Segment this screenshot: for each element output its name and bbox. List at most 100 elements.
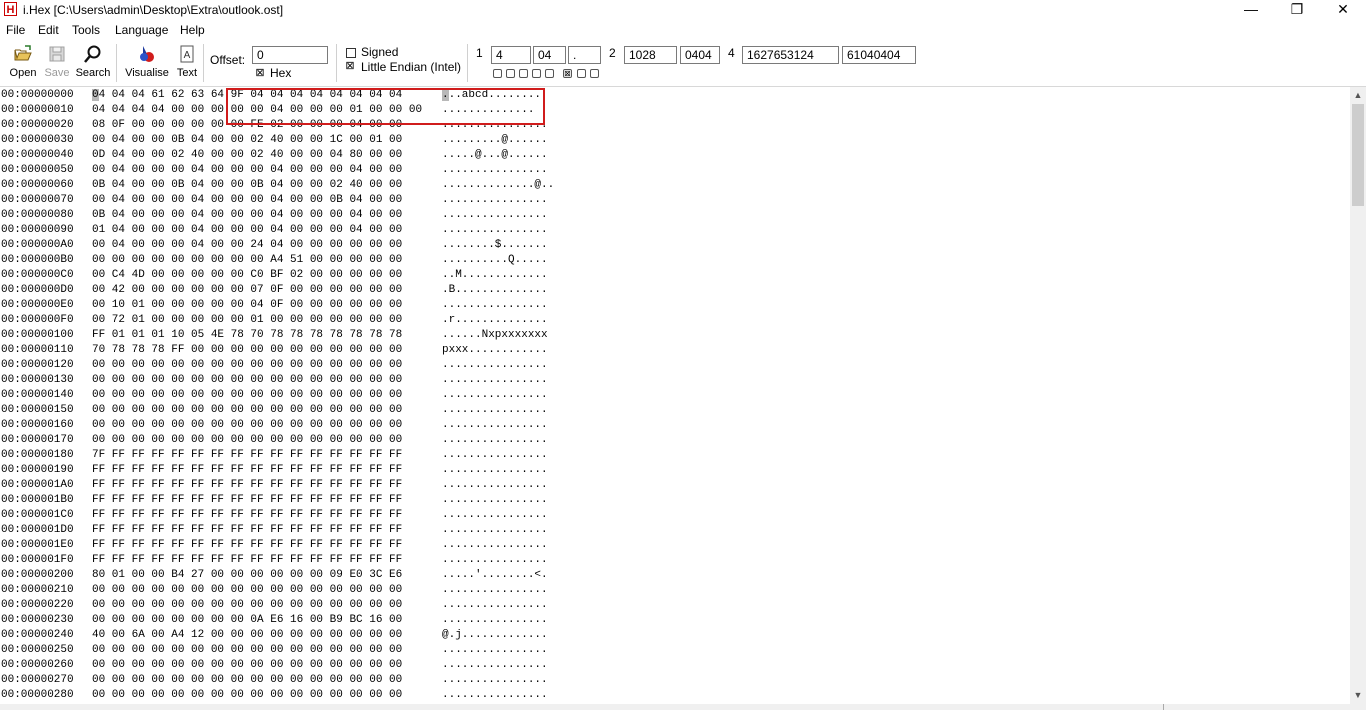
row-hex-bytes[interactable]: 00 00 00 00 00 00 00 00 00 A4 51 00 00 0… bbox=[92, 253, 402, 268]
row-ascii[interactable]: ................ bbox=[442, 583, 548, 598]
row-ascii[interactable]: ................ bbox=[442, 643, 548, 658]
word-hex-field[interactable]: 0404 bbox=[680, 46, 720, 64]
row-hex-bytes[interactable]: 00 00 00 00 00 00 00 00 00 00 00 00 00 0… bbox=[92, 688, 402, 703]
row-ascii[interactable]: ................ bbox=[442, 298, 548, 313]
row-hex-bytes[interactable]: 00 00 00 00 00 00 00 00 00 00 00 00 00 0… bbox=[92, 658, 402, 673]
row-ascii[interactable]: .....'........<. bbox=[442, 568, 548, 583]
row-ascii[interactable]: ......Nxpxxxxxxx bbox=[442, 328, 548, 343]
row-ascii[interactable]: .........@...... bbox=[442, 133, 548, 148]
row-ascii[interactable]: .B.............. bbox=[442, 283, 548, 298]
byte-1-hex-field[interactable]: 04 bbox=[533, 46, 566, 64]
row-ascii[interactable]: ................ bbox=[442, 373, 548, 388]
row-ascii[interactable]: ................ bbox=[442, 163, 548, 178]
row-ascii[interactable]: ................ bbox=[442, 463, 548, 478]
row-ascii[interactable]: .....@...@...... bbox=[442, 148, 548, 163]
row-hex-bytes[interactable]: 00 10 01 00 00 00 00 00 04 0F 00 00 00 0… bbox=[92, 298, 402, 313]
bit-checkbox[interactable] bbox=[577, 69, 586, 78]
visualise-button[interactable]: Visualise bbox=[122, 44, 172, 84]
row-hex-bytes[interactable]: 00 C4 4D 00 00 00 00 00 C0 BF 02 00 00 0… bbox=[92, 268, 402, 283]
row-ascii[interactable]: ................ bbox=[442, 673, 548, 688]
row-hex-bytes[interactable]: FF FF FF FF FF FF FF FF FF FF FF FF FF F… bbox=[92, 463, 402, 478]
close-button[interactable]: ✕ bbox=[1320, 0, 1366, 20]
row-hex-bytes[interactable]: FF FF FF FF FF FF FF FF FF FF FF FF FF F… bbox=[92, 508, 402, 523]
row-hex-bytes[interactable]: 70 78 78 78 FF 00 00 00 00 00 00 00 00 0… bbox=[92, 343, 402, 358]
byte-1-char-field[interactable]: . bbox=[568, 46, 601, 64]
row-hex-bytes[interactable]: 01 04 00 00 00 04 00 00 00 04 00 00 00 0… bbox=[92, 223, 402, 238]
row-hex-bytes[interactable]: 0B 04 00 00 0B 04 00 00 0B 04 00 00 02 4… bbox=[92, 178, 402, 193]
row-ascii[interactable]: ..............@.. bbox=[442, 178, 554, 193]
row-ascii[interactable]: ................ bbox=[442, 523, 548, 538]
row-ascii[interactable]: ..M............. bbox=[442, 268, 548, 283]
bit-checkbox[interactable] bbox=[493, 69, 502, 78]
row-hex-bytes[interactable]: 00 04 00 00 0B 04 00 00 02 40 00 00 1C 0… bbox=[92, 133, 402, 148]
search-button[interactable]: Search bbox=[74, 44, 112, 84]
row-ascii[interactable]: ................ bbox=[442, 553, 548, 568]
bit-checkbox[interactable] bbox=[532, 69, 541, 78]
row-ascii[interactable]: ................ bbox=[442, 613, 548, 628]
row-hex-bytes[interactable]: FF FF FF FF FF FF FF FF FF FF FF FF FF F… bbox=[92, 478, 402, 493]
row-ascii[interactable]: ................ bbox=[442, 418, 548, 433]
row-hex-bytes[interactable]: 40 00 6A 00 A4 12 00 00 00 00 00 00 00 0… bbox=[92, 628, 402, 643]
row-ascii[interactable]: ................ bbox=[442, 433, 548, 448]
bit-checkbox[interactable] bbox=[519, 69, 528, 78]
row-hex-bytes[interactable]: 80 01 00 00 B4 27 00 00 00 00 00 00 09 E… bbox=[92, 568, 402, 583]
row-hex-bytes[interactable]: FF FF FF FF FF FF FF FF FF FF FF FF FF F… bbox=[92, 553, 402, 568]
row-ascii[interactable]: ................ bbox=[442, 478, 548, 493]
row-hex-bytes[interactable]: 00 00 00 00 00 00 00 00 00 00 00 00 00 0… bbox=[92, 598, 402, 613]
bit-checkbox[interactable] bbox=[506, 69, 515, 78]
row-hex-bytes[interactable]: FF FF FF FF FF FF FF FF FF FF FF FF FF F… bbox=[92, 523, 402, 538]
scroll-thumb[interactable] bbox=[1352, 104, 1364, 206]
row-ascii[interactable]: ..........Q..... bbox=[442, 253, 548, 268]
row-ascii[interactable]: ................ bbox=[442, 388, 548, 403]
row-ascii[interactable]: ................ bbox=[442, 538, 548, 553]
row-hex-bytes[interactable]: 0B 04 00 00 00 04 00 00 00 04 00 00 00 0… bbox=[92, 208, 402, 223]
restore-button[interactable]: ❐ bbox=[1274, 0, 1320, 20]
word-decimal-field[interactable]: 1028 bbox=[624, 46, 677, 64]
menu-help[interactable]: Help bbox=[180, 23, 205, 37]
minimize-button[interactable]: — bbox=[1228, 0, 1274, 20]
row-hex-bytes[interactable]: FF 01 01 01 10 05 4E 78 70 78 78 78 78 7… bbox=[92, 328, 402, 343]
row-ascii[interactable]: ................ bbox=[442, 193, 548, 208]
row-hex-bytes[interactable]: 00 72 01 00 00 00 00 00 01 00 00 00 00 0… bbox=[92, 313, 402, 328]
row-hex-bytes[interactable]: 00 00 00 00 00 00 00 00 00 00 00 00 00 0… bbox=[92, 583, 402, 598]
menu-language[interactable]: Language bbox=[115, 23, 168, 37]
row-hex-bytes[interactable]: 00 04 00 00 00 04 00 00 24 04 00 00 00 0… bbox=[92, 238, 402, 253]
row-hex-bytes[interactable]: 00 00 00 00 00 00 00 00 00 00 00 00 00 0… bbox=[92, 433, 402, 448]
row-hex-bytes[interactable]: 00 00 00 00 00 00 00 00 00 00 00 00 00 0… bbox=[92, 673, 402, 688]
save-button[interactable]: Save bbox=[42, 44, 72, 84]
row-hex-bytes[interactable]: FF FF FF FF FF FF FF FF FF FF FF FF FF F… bbox=[92, 493, 402, 508]
row-hex-bytes[interactable]: 00 00 00 00 00 00 00 00 00 00 00 00 00 0… bbox=[92, 418, 402, 433]
row-hex-bytes[interactable]: FF FF FF FF FF FF FF FF FF FF FF FF FF F… bbox=[92, 538, 402, 553]
row-hex-bytes[interactable]: 00 42 00 00 00 00 00 00 07 0F 00 00 00 0… bbox=[92, 283, 402, 298]
open-button[interactable]: Open bbox=[6, 44, 40, 84]
row-hex-bytes[interactable]: 00 00 00 00 00 00 00 00 00 00 00 00 00 0… bbox=[92, 403, 402, 418]
app-icon[interactable]: H bbox=[4, 2, 17, 16]
row-ascii[interactable]: ................ bbox=[442, 508, 548, 523]
menu-edit[interactable]: Edit bbox=[38, 23, 59, 37]
row-ascii[interactable]: pxxx............ bbox=[442, 343, 548, 358]
row-ascii[interactable]: ................ bbox=[442, 688, 548, 703]
row-ascii[interactable]: ................ bbox=[442, 493, 548, 508]
bit-checkbox[interactable] bbox=[590, 69, 599, 78]
row-hex-bytes[interactable]: 7F FF FF FF FF FF FF FF FF FF FF FF FF F… bbox=[92, 448, 402, 463]
row-hex-bytes[interactable]: 00 00 00 00 00 00 00 00 00 00 00 00 00 0… bbox=[92, 643, 402, 658]
dword-decimal-field[interactable]: 1627653124 bbox=[742, 46, 839, 64]
row-hex-bytes[interactable]: 00 00 00 00 00 00 00 00 00 00 00 00 00 0… bbox=[92, 388, 402, 403]
byte-1-decimal-field[interactable]: 4 bbox=[491, 46, 531, 64]
scroll-down-icon[interactable]: ▼ bbox=[1350, 687, 1366, 703]
row-hex-bytes[interactable]: 00 04 00 00 00 04 00 00 00 04 00 00 0B 0… bbox=[92, 193, 402, 208]
row-ascii[interactable]: ................ bbox=[442, 208, 548, 223]
row-ascii[interactable]: ................ bbox=[442, 403, 548, 418]
row-ascii[interactable]: ................ bbox=[442, 358, 548, 373]
row-ascii[interactable]: ........$....... bbox=[442, 238, 548, 253]
offset-input[interactable]: 0 bbox=[252, 46, 328, 64]
scroll-up-icon[interactable]: ▲ bbox=[1350, 87, 1366, 103]
row-ascii[interactable]: ................ bbox=[442, 448, 548, 463]
row-ascii[interactable]: ................ bbox=[442, 658, 548, 673]
dword-hex-field[interactable]: 61040404 bbox=[842, 46, 916, 64]
row-hex-bytes[interactable]: 00 00 00 00 00 00 00 00 0A E6 16 00 B9 B… bbox=[92, 613, 402, 628]
menu-tools[interactable]: Tools bbox=[72, 23, 100, 37]
row-hex-bytes[interactable]: 00 04 00 00 00 04 00 00 00 04 00 00 00 0… bbox=[92, 163, 402, 178]
row-ascii[interactable]: .r.............. bbox=[442, 313, 548, 328]
bit-checkbox[interactable]: ⊠ bbox=[563, 69, 572, 78]
